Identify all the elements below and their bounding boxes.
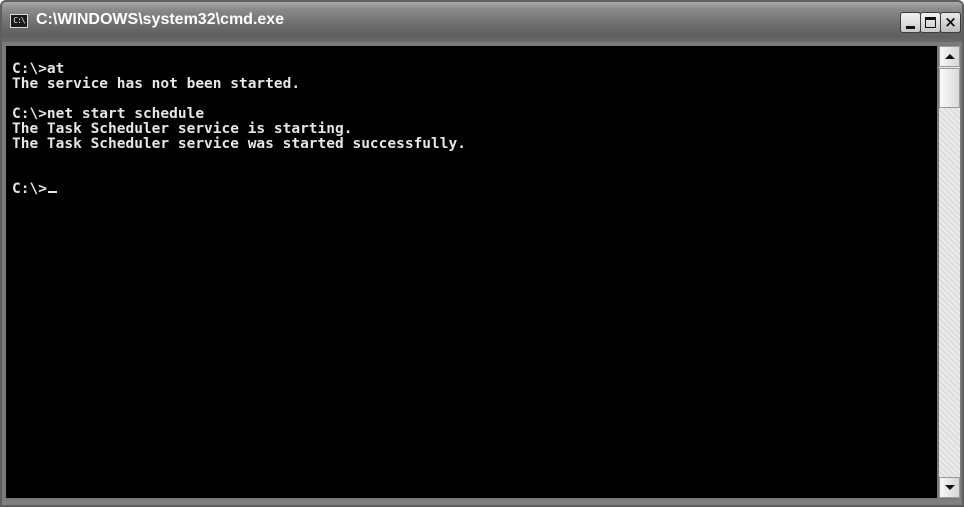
console-line: C:\>at	[12, 61, 65, 77]
window-title: C:\WINDOWS\system32\cmd.exe	[36, 11, 285, 28]
cmd-window: C:\ C:\WINDOWS\system32\cmd.exe × C:\>at…	[0, 0, 964, 507]
text-cursor	[47, 191, 57, 193]
console-line: C:\>net start schedule	[12, 106, 205, 122]
scroll-up-arrow-icon	[945, 54, 955, 59]
command-prompt-line[interactable]: C:\>	[12, 182, 937, 197]
title-bar[interactable]: C:\ C:\WINDOWS\system32\cmd.exe ×	[2, 2, 962, 42]
scroll-up-button[interactable]	[939, 46, 960, 67]
minimize-icon	[906, 26, 915, 29]
close-button[interactable]: ×	[940, 12, 961, 33]
scrollbar-thumb[interactable]	[939, 68, 960, 108]
maximize-icon	[925, 17, 936, 28]
console-output[interactable]: C:\>at The service has not been started.…	[6, 46, 937, 498]
console-line: The Task Scheduler service was started s…	[12, 136, 466, 152]
prompt-text: C:\>	[12, 181, 47, 197]
maximize-button[interactable]	[920, 12, 941, 33]
scroll-down-arrow-icon	[945, 485, 955, 490]
console-line: The service has not been started.	[12, 76, 301, 92]
scroll-down-button[interactable]	[939, 477, 960, 498]
console-line: The Task Scheduler service is starting.	[12, 121, 353, 137]
minimize-button[interactable]	[900, 12, 921, 33]
close-icon: ×	[944, 13, 957, 31]
vertical-scrollbar[interactable]	[939, 46, 960, 498]
cmd-icon[interactable]: C:\	[10, 14, 28, 28]
window-bottom-border	[2, 500, 962, 505]
